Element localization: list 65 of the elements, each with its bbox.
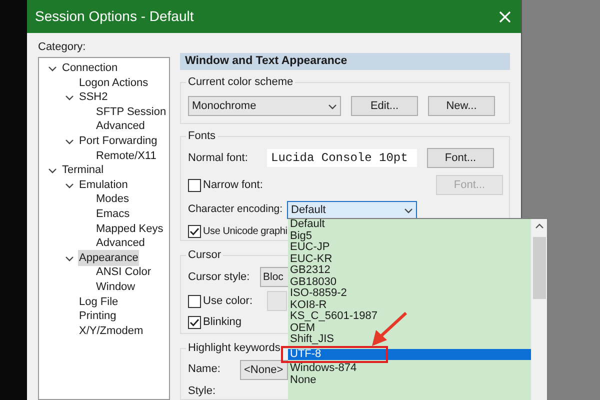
- checkbox-label: Use Unicode graphi: [203, 225, 288, 240]
- group-title: Highlight keywords: [186, 340, 282, 355]
- encoding-option[interactable]: Shift_JIS: [288, 334, 531, 346]
- chevron-down-icon[interactable]: [65, 136, 74, 146]
- checkbox[interactable]: [188, 294, 201, 308]
- encoding-option[interactable]: Big5: [288, 230, 531, 242]
- encoding-option[interactable]: Windows-874: [288, 363, 531, 374]
- checkbox[interactable]: [188, 178, 201, 192]
- tree-item[interactable]: Appearance: [78, 250, 140, 266]
- close-icon[interactable]: [499, 10, 511, 22]
- color-scheme-select[interactable]: Monochrome: [188, 96, 341, 116]
- chevron-down-icon[interactable]: [65, 254, 74, 263]
- checkbox-label: Blinking: [203, 315, 242, 330]
- tree-item[interactable]: Connection: [61, 60, 119, 77]
- tree-item[interactable]: Printing: [78, 308, 118, 325]
- chevron-down-icon[interactable]: [48, 64, 57, 73]
- window-title: Session Options - Default: [35, 7, 194, 26]
- chevron-down-icon[interactable]: [328, 102, 337, 111]
- font-button[interactable]: Font...: [427, 148, 494, 168]
- tree-item[interactable]: Logon Actions: [78, 74, 150, 92]
- encoding-option[interactable]: None: [288, 374, 531, 386]
- encoding-select[interactable]: Default: [287, 201, 417, 220]
- tree-item[interactable]: Terminal: [61, 162, 105, 179]
- encoding-option[interactable]: EUC-JP: [288, 242, 531, 254]
- tree-item[interactable]: Log File: [78, 294, 120, 310]
- tree-item[interactable]: Mapped Keys: [95, 220, 164, 238]
- field-label: Cursor style:: [188, 270, 251, 285]
- tree-item[interactable]: Advanced: [95, 235, 146, 252]
- color-button[interactable]: [267, 291, 287, 312]
- encoding-option[interactable]: EUC-KR: [288, 254, 531, 265]
- checkbox-label: Use color:: [203, 294, 253, 309]
- field-label: Name:: [188, 362, 222, 378]
- tree-item[interactable]: Emulation: [78, 176, 129, 194]
- field-label: Style:: [188, 384, 216, 399]
- encoding-option[interactable]: OEM: [288, 322, 531, 334]
- tree-item[interactable]: Remote/X11: [95, 148, 158, 164]
- tree-item[interactable]: Advanced: [95, 118, 146, 135]
- checkbox[interactable]: [188, 225, 201, 238]
- scrollbar-thumb[interactable]: [532, 237, 546, 299]
- chevron-down-icon[interactable]: [65, 92, 74, 102]
- field-label: Normal font:: [188, 150, 249, 166]
- tree-item[interactable]: Modes: [95, 191, 130, 208]
- checkbox[interactable]: [188, 316, 201, 329]
- scheme-button[interactable]: Edit...: [351, 96, 418, 116]
- tree-item[interactable]: SFTP Session: [95, 104, 168, 120]
- field-label: Character encoding:: [188, 202, 284, 218]
- encoding-option[interactable]: KS_C_5601-1987: [288, 311, 531, 322]
- keyword-name-select[interactable]: <None>: [240, 360, 288, 380]
- tree-item[interactable]: SSH2: [78, 89, 109, 106]
- encoding-option[interactable]: ISO-8859-2: [288, 288, 531, 300]
- encoding-option[interactable]: Default: [288, 219, 531, 230]
- tree-item[interactable]: ANSI Color: [95, 264, 152, 281]
- scrollbar[interactable]: [531, 219, 547, 400]
- checkbox-label: Narrow font:: [203, 178, 263, 193]
- panel-header: Window and Text Appearance: [180, 53, 510, 70]
- encoding-option[interactable]: UTF-8: [288, 348, 531, 360]
- font-preview: Lucida Console 10pt: [267, 149, 417, 168]
- chevron-down-icon[interactable]: [404, 206, 413, 215]
- tree-item[interactable]: Port Forwarding: [78, 133, 158, 150]
- category-label: Category:: [38, 40, 87, 55]
- scheme-button[interactable]: New...: [428, 96, 495, 116]
- tree-item[interactable]: X/Y/Zmodem: [78, 322, 144, 340]
- encoding-option[interactable]: KOI8-R: [288, 300, 531, 311]
- tree-item[interactable]: Window: [95, 278, 136, 296]
- tree-item[interactable]: Emacs: [95, 206, 131, 222]
